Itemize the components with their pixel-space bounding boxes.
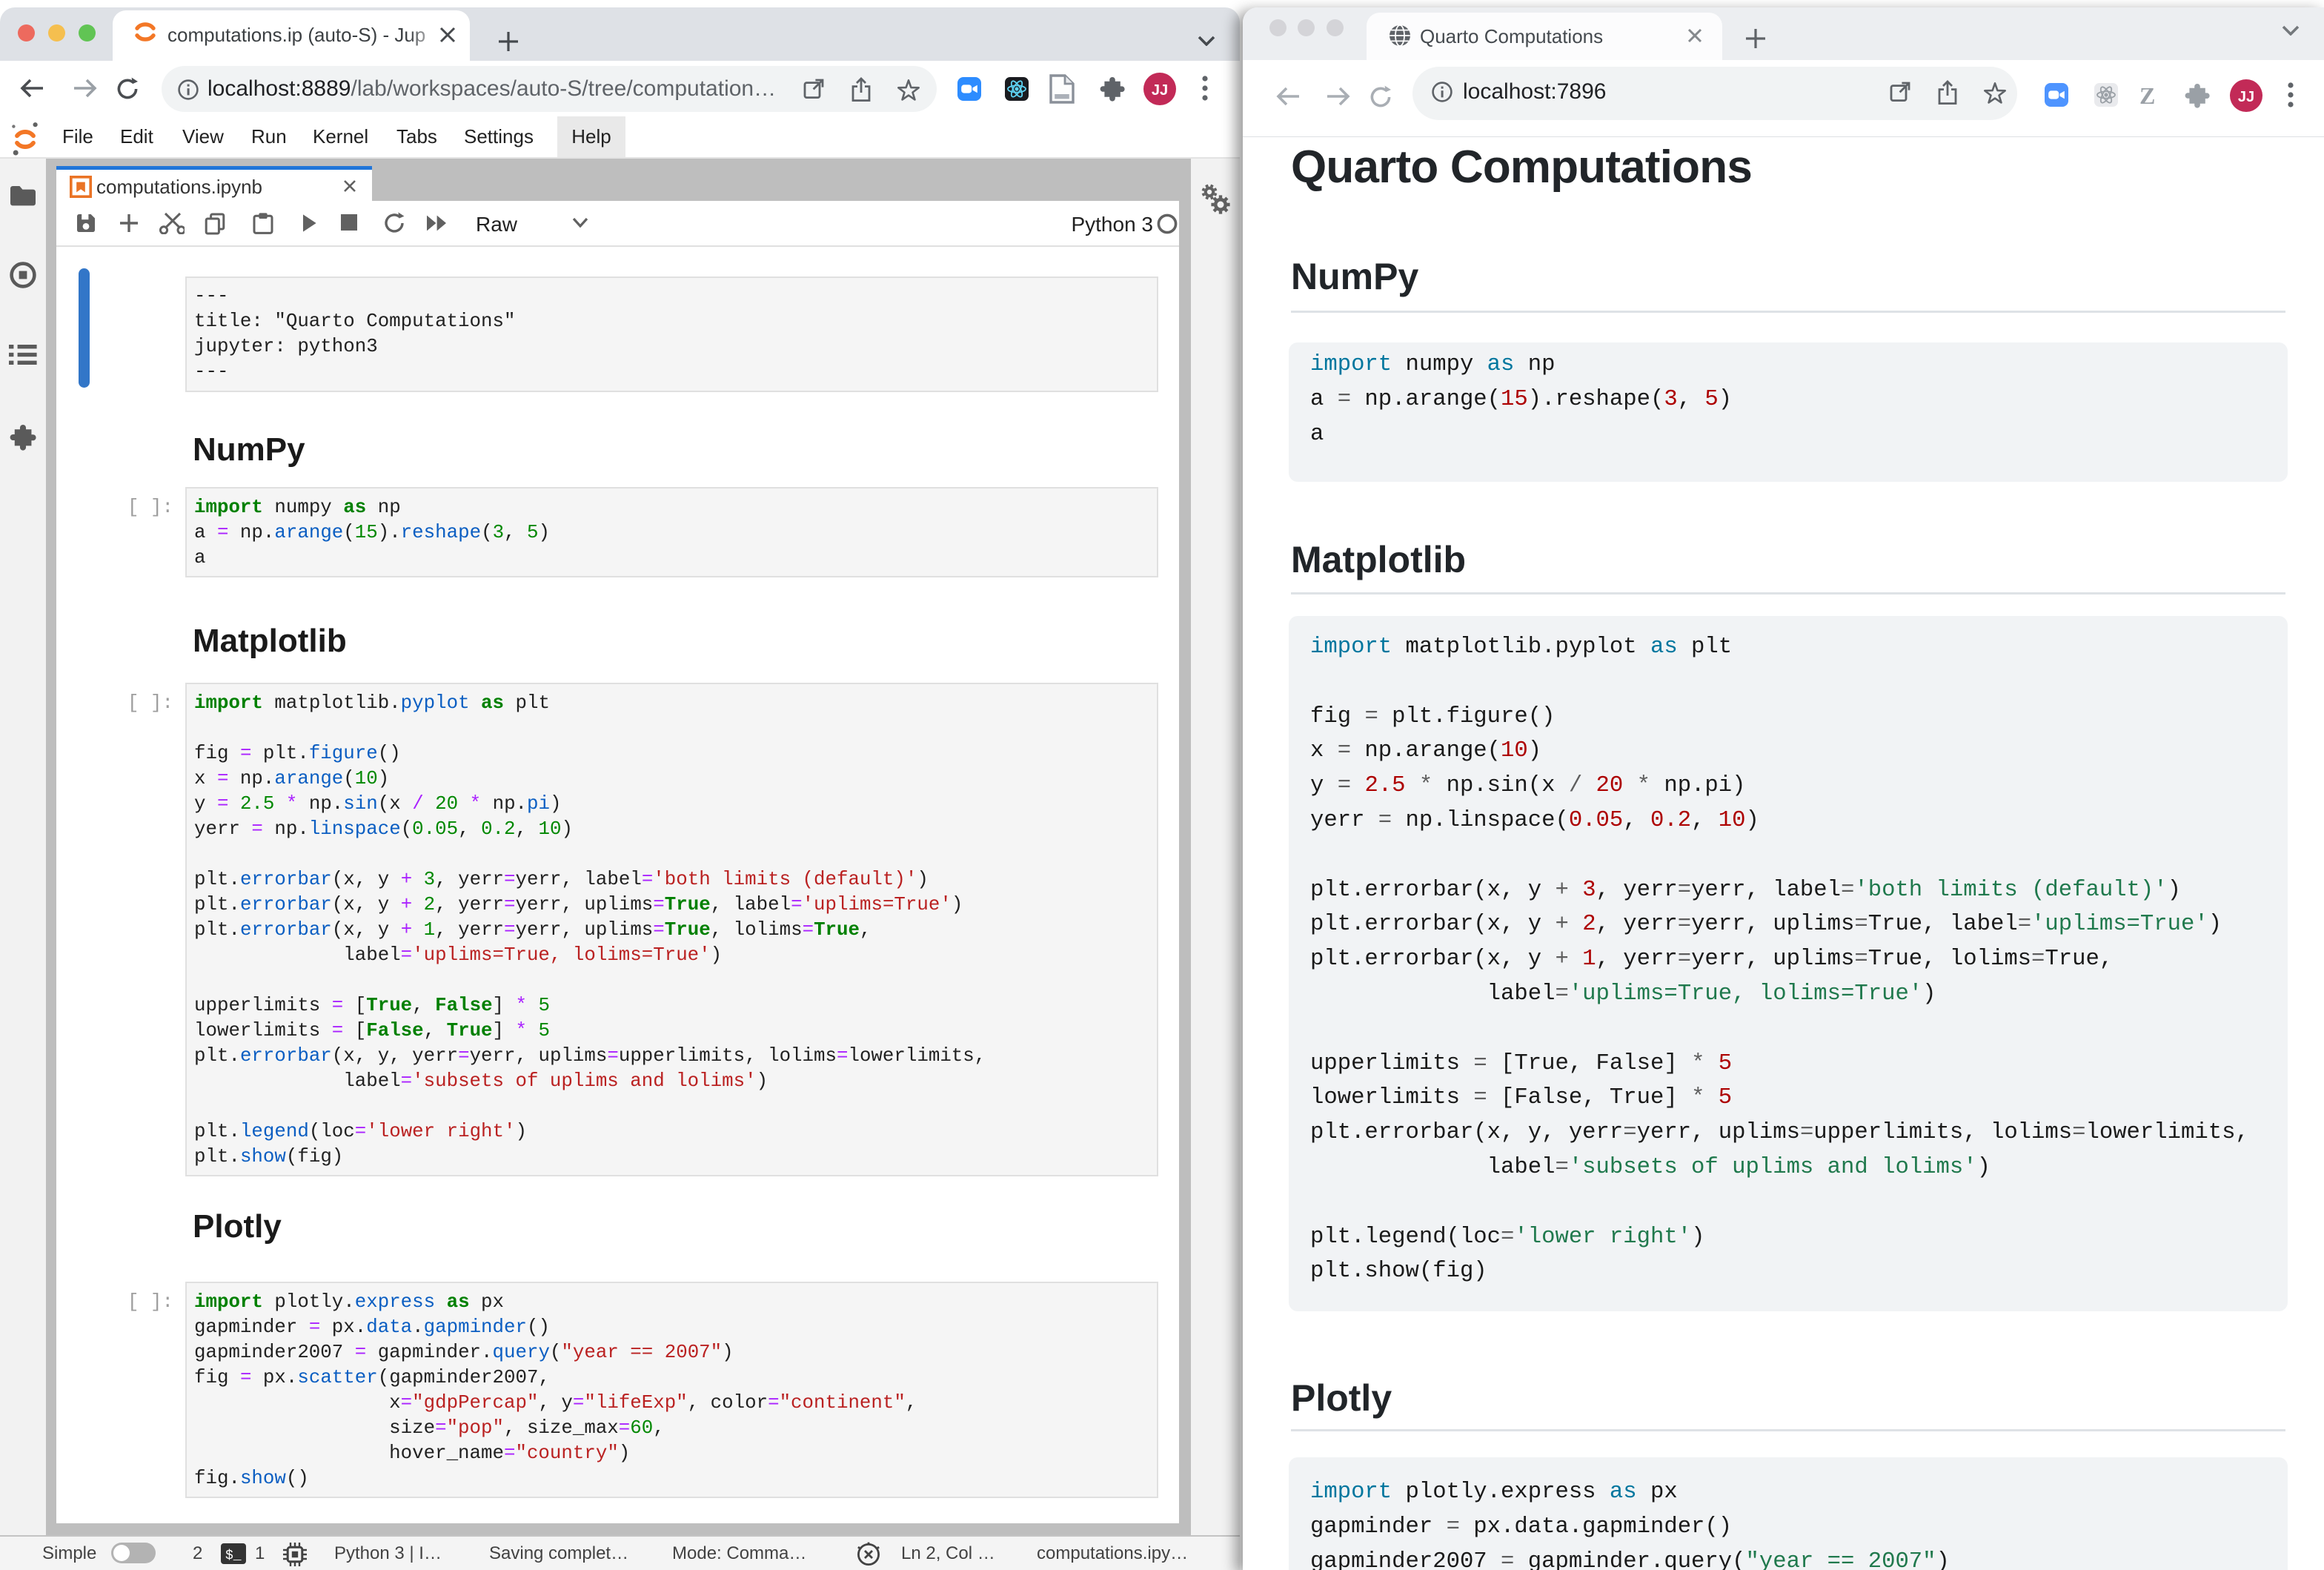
svg-text:$_: $_ [225,1549,242,1563]
svg-text:JJ: JJ [2238,89,2254,105]
svg-text:JJ: JJ [1152,82,1168,99]
